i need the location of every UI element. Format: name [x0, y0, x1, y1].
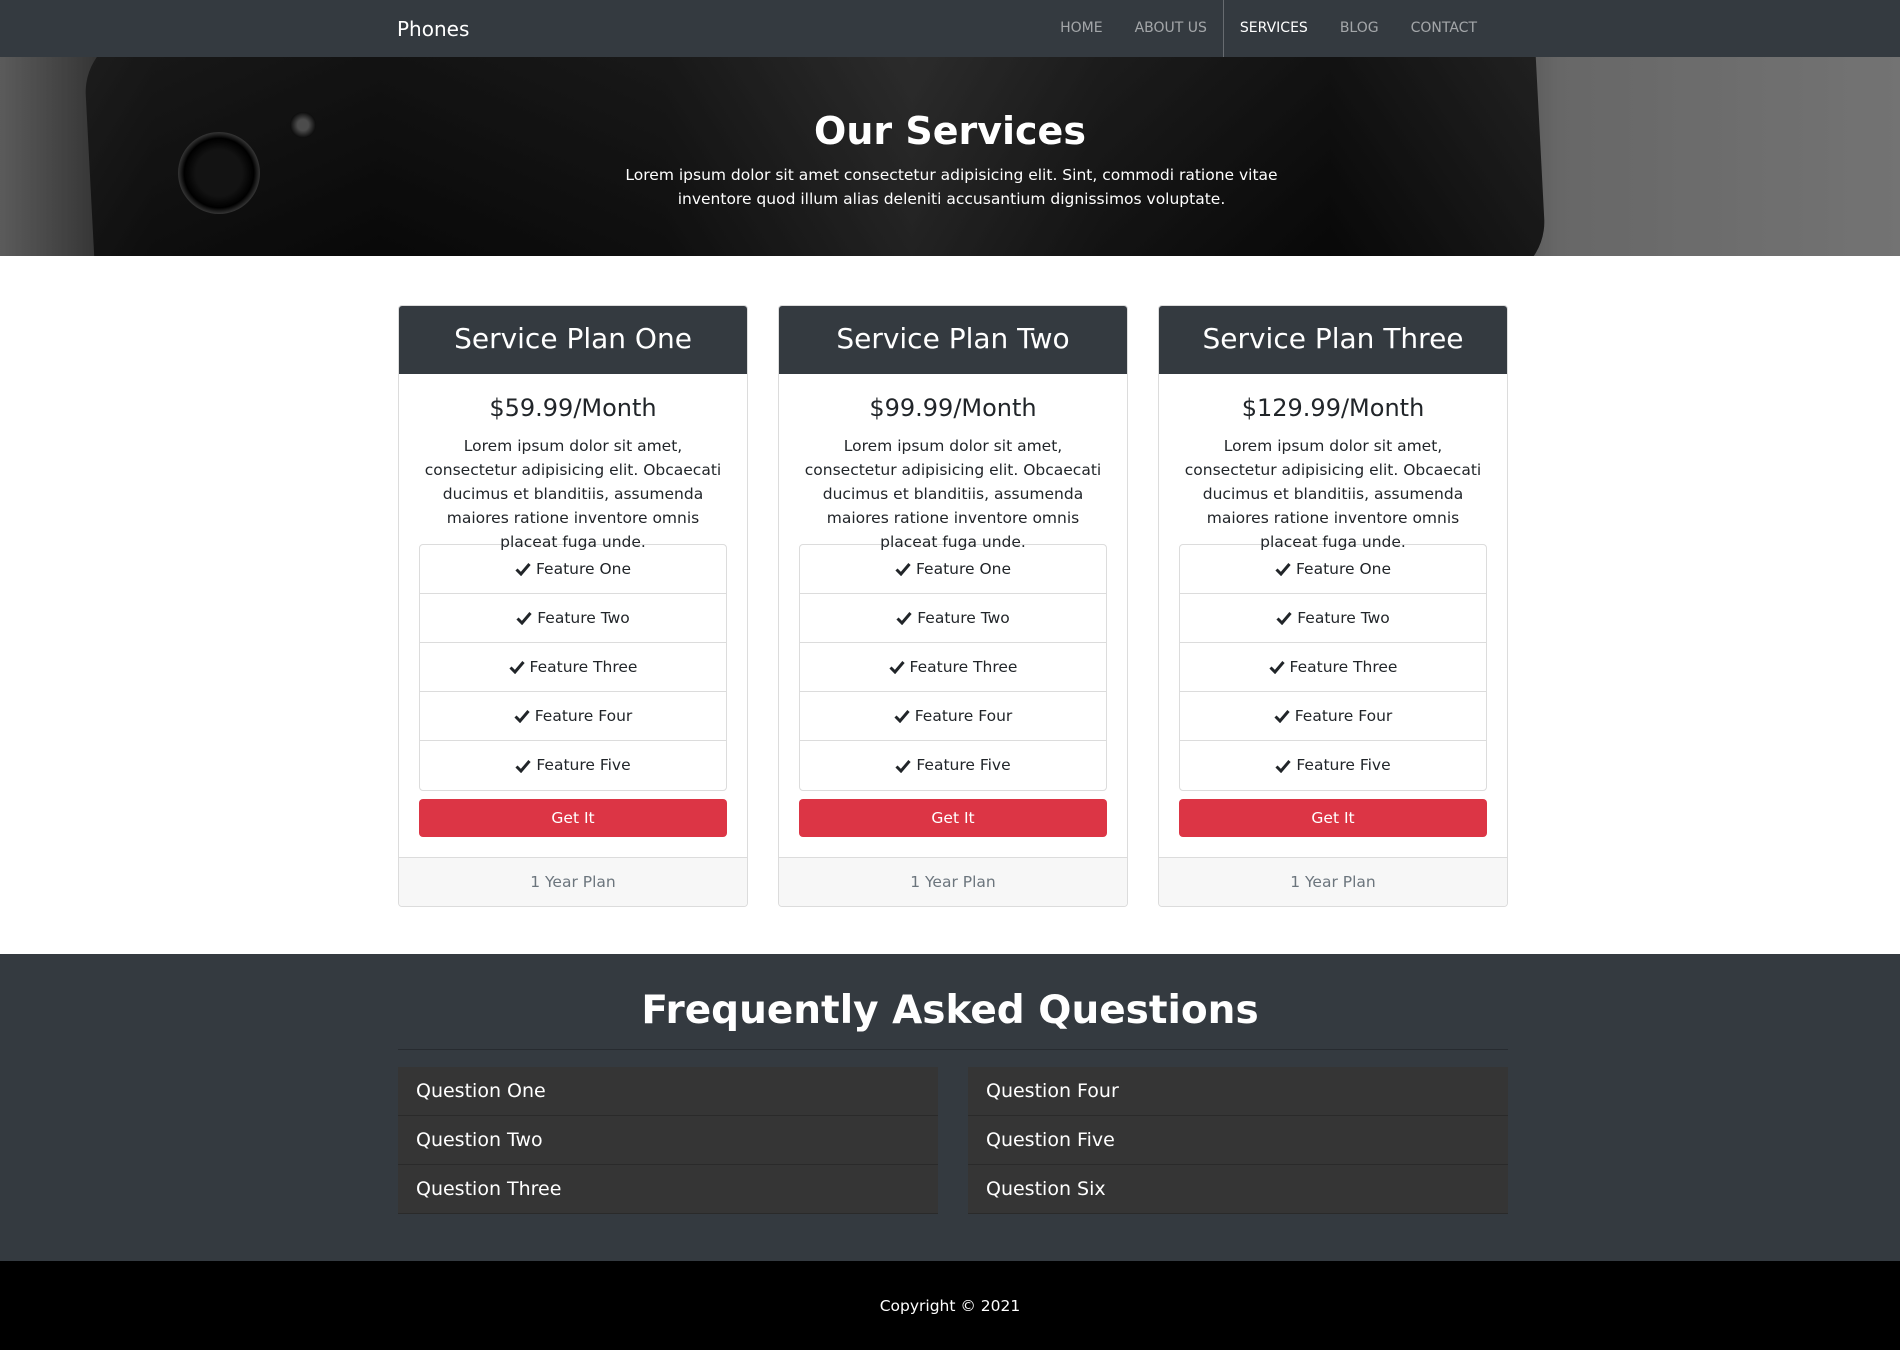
feature-item: Feature One	[420, 545, 726, 594]
check-icon	[1268, 661, 1285, 674]
plan-card: Service Plan One $59.99/Month Lorem ipsu…	[398, 305, 748, 907]
plan-footer: 1 Year Plan	[399, 857, 747, 906]
check-icon	[515, 563, 531, 576]
feature-list: Feature One Feature Two Feature Three Fe…	[419, 544, 727, 791]
faq-question[interactable]: Question Six	[968, 1165, 1508, 1214]
hero-title: Our Services	[814, 109, 1086, 153]
faq-column-right: Question Four Question Five Question Six	[968, 1067, 1508, 1214]
check-icon	[888, 661, 905, 674]
nav-links: HOME ABOUT US SERVICES BLOG CONTACT	[1044, 0, 1493, 57]
check-icon	[1274, 710, 1290, 723]
check-icon	[894, 710, 910, 723]
nav-link-services[interactable]: SERVICES	[1222, 0, 1324, 57]
feature-item: Feature Two	[800, 594, 1106, 643]
plan-price: $99.99/Month	[869, 394, 1037, 422]
faq-question[interactable]: Question Three	[398, 1165, 938, 1214]
plan-card: Service Plan Two $99.99/Month Lorem ipsu…	[778, 305, 1128, 907]
hero-banner: Our Services Lorem ipsum dolor sit amet …	[0, 57, 1900, 256]
check-icon	[516, 612, 532, 625]
feature-item: Feature Three	[1180, 643, 1486, 692]
feature-item: Feature Two	[1180, 594, 1486, 643]
faq-title: Frequently Asked Questions	[641, 988, 1259, 1033]
faq-divider	[398, 1049, 1508, 1050]
feature-list: Feature One Feature Two Feature Three Fe…	[799, 544, 1107, 791]
plan-price: $59.99/Month	[489, 394, 657, 422]
service-plans: Service Plan One $59.99/Month Lorem ipsu…	[398, 305, 1508, 907]
brand-logo[interactable]: Phones	[397, 17, 469, 41]
faq-question[interactable]: Question Four	[968, 1067, 1508, 1116]
plan-title: Service Plan One	[399, 306, 747, 374]
plan-description: Lorem ipsum dolor sit amet, consectetur …	[424, 437, 722, 551]
check-icon	[1276, 612, 1292, 625]
plan-title: Service Plan Three	[1159, 306, 1507, 374]
check-icon	[508, 661, 525, 674]
feature-item: Feature Four	[1180, 692, 1486, 741]
nav-link-home[interactable]: HOME	[1044, 0, 1118, 57]
plan-title: Service Plan Two	[779, 306, 1127, 374]
check-icon	[1275, 759, 1291, 773]
feature-item: Feature Five	[1180, 741, 1486, 790]
feature-item: Feature Three	[800, 643, 1106, 692]
feature-item: Feature Four	[800, 692, 1106, 741]
nav-link-contact[interactable]: CONTACT	[1395, 0, 1493, 57]
plan-card: Service Plan Three $129.99/Month Lorem i…	[1158, 305, 1508, 907]
get-it-button[interactable]: Get It	[1179, 799, 1487, 837]
plan-description: Lorem ipsum dolor sit amet, consectetur …	[804, 437, 1102, 551]
faq-question[interactable]: Question One	[398, 1067, 938, 1116]
feature-item: Feature Four	[420, 692, 726, 741]
feature-item: Feature Three	[420, 643, 726, 692]
faq-section: Frequently Asked Questions Question One …	[0, 954, 1900, 1261]
plan-footer: 1 Year Plan	[779, 857, 1127, 906]
check-icon	[515, 759, 531, 773]
feature-item: Feature One	[1180, 545, 1486, 594]
hero-text: Lorem ipsum dolor sit amet consectetur a…	[625, 166, 1278, 208]
nav-link-about-us[interactable]: ABOUT US	[1119, 0, 1223, 57]
page-footer: Copyright © 2021	[0, 1261, 1900, 1350]
feature-item: Feature Five	[800, 741, 1106, 790]
plan-price: $129.99/Month	[1241, 394, 1425, 422]
plan-description: Lorem ipsum dolor sit amet, consectetur …	[1184, 437, 1482, 551]
faq-question[interactable]: Question Two	[398, 1116, 938, 1165]
feature-item: Feature One	[800, 545, 1106, 594]
navbar: Phones HOME ABOUT US SERVICES BLOG CONTA…	[0, 0, 1900, 57]
nav-link-blog[interactable]: BLOG	[1324, 0, 1395, 57]
check-icon	[896, 612, 912, 625]
hero-content: Our Services Lorem ipsum dolor sit amet …	[0, 57, 1900, 256]
check-icon	[1275, 563, 1291, 576]
feature-item: Feature Five	[420, 741, 726, 790]
faq-question[interactable]: Question Five	[968, 1116, 1508, 1165]
plan-footer: 1 Year Plan	[1159, 857, 1507, 906]
check-icon	[895, 759, 911, 773]
feature-list: Feature One Feature Two Feature Three Fe…	[1179, 544, 1487, 791]
check-icon	[895, 563, 911, 576]
copyright-text: Copyright © 2021	[879, 1297, 1021, 1315]
feature-item: Feature Two	[420, 594, 726, 643]
check-icon	[514, 710, 530, 723]
faq-column-left: Question One Question Two Question Three	[398, 1067, 938, 1214]
get-it-button[interactable]: Get It	[419, 799, 727, 837]
get-it-button[interactable]: Get It	[799, 799, 1107, 837]
